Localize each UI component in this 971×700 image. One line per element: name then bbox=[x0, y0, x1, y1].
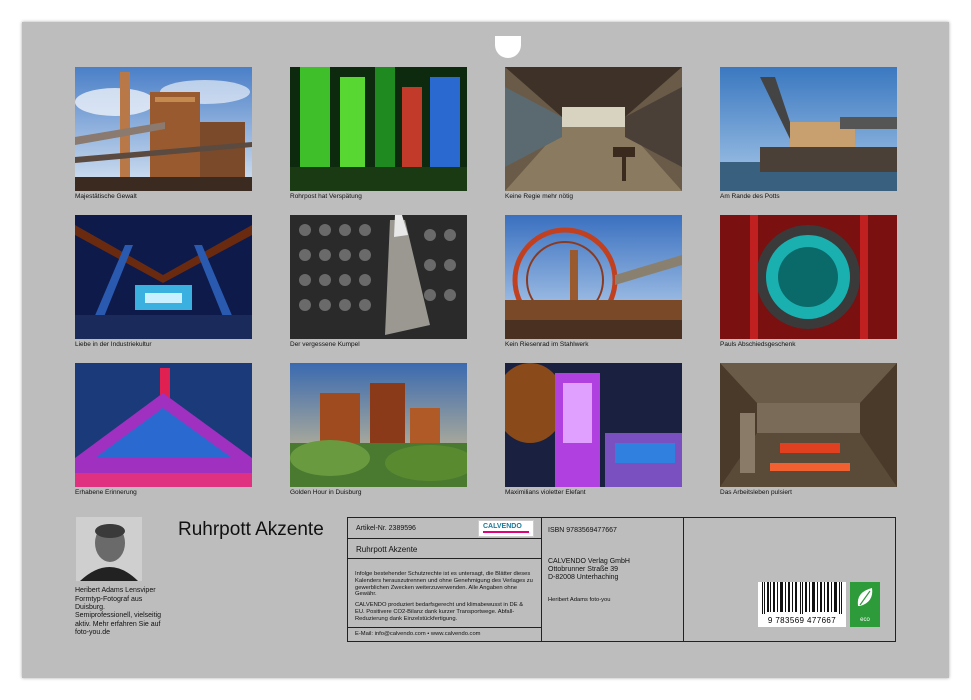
publisher-name: CALVENDO Verlag GmbH bbox=[548, 558, 630, 565]
artist-name: Heribert Adams Lensviper bbox=[75, 587, 156, 594]
leaf-icon bbox=[857, 588, 873, 606]
article-number: Artikel-Nr. 2389596 bbox=[356, 525, 416, 532]
artist-portrait bbox=[76, 517, 142, 581]
photo-vergessene-kumpel bbox=[290, 215, 467, 339]
photo-caption: Golden Hour in Duisburg bbox=[290, 489, 362, 496]
row-divider bbox=[348, 538, 541, 539]
column-divider bbox=[541, 518, 542, 641]
photo-arbeitsleben bbox=[720, 363, 897, 487]
eco-badge: eco bbox=[850, 582, 880, 627]
production-notice: CALVENDO produziert bedarfsgerecht und k… bbox=[355, 602, 524, 622]
photo-violetter-elefant bbox=[505, 363, 682, 487]
eco-label: eco bbox=[860, 617, 870, 623]
photo-erhabene-erinnerung bbox=[75, 363, 252, 487]
row-divider bbox=[348, 558, 541, 559]
photo-pauls-abschied bbox=[720, 215, 897, 339]
photo-caption: Der vergessene Kumpel bbox=[290, 341, 360, 348]
publisher-info-box: Artikel-Nr. 2389596 CALVENDO Ruhrpott Ak… bbox=[347, 517, 896, 642]
photo-caption: Majestätische Gewalt bbox=[75, 193, 137, 200]
photo-golden-hour bbox=[290, 363, 467, 487]
photo-caption: Am Rande des Potts bbox=[720, 193, 780, 200]
photo-liebe-industriekultur bbox=[75, 215, 252, 339]
publisher-city: D-82008 Unterhaching bbox=[548, 574, 619, 581]
calvendo-logo: CALVENDO bbox=[478, 520, 534, 537]
publisher-street: Ottobrunner Straße 39 bbox=[548, 566, 619, 573]
photo-caption: Pauls Abschiedsgeschenk bbox=[720, 341, 796, 348]
photo-keine-regie bbox=[505, 67, 682, 191]
photo-caption: Das Arbeitsleben pulsiert bbox=[720, 489, 792, 496]
photo-caption: Maximilians violetter Elefant bbox=[505, 489, 586, 496]
hanger-hole bbox=[495, 36, 521, 58]
row-divider bbox=[348, 627, 541, 628]
calendar-title: Ruhrpott Akzente bbox=[178, 519, 324, 540]
photo-caption: Rohrpost hat Verspätung bbox=[290, 193, 362, 200]
info-title: Ruhrpott Akzente bbox=[356, 545, 418, 554]
photo-caption: Erhabene Erinnerung bbox=[75, 489, 137, 496]
contact-line: E-Mail: info@calvendo.com • www.calvendo… bbox=[355, 631, 481, 637]
photo-am-rande bbox=[720, 67, 897, 191]
photo-caption: Kein Riesenrad im Stahlwerk bbox=[505, 341, 589, 348]
photo-caption: Liebe in der Industriekultur bbox=[75, 341, 152, 348]
photo-rohrpost bbox=[290, 67, 467, 191]
column-divider bbox=[683, 518, 684, 641]
legal-notice: Infolge bestehender Schutzrechte ist es … bbox=[355, 571, 533, 598]
barcode-number: 9 783569 477667 bbox=[758, 616, 846, 625]
isbn: ISBN 9783569477667 bbox=[548, 527, 617, 534]
photo-riesenrad bbox=[505, 215, 682, 339]
artist-bio: Formtyp-Fotograf aus Duisburg. Semiprofe… bbox=[75, 596, 161, 636]
photo-caption: Keine Regie mehr nötig bbox=[505, 193, 573, 200]
photographer-credit: Heribert Adams foto-you bbox=[548, 597, 611, 603]
photo-majestaetische-gewalt bbox=[75, 67, 252, 191]
